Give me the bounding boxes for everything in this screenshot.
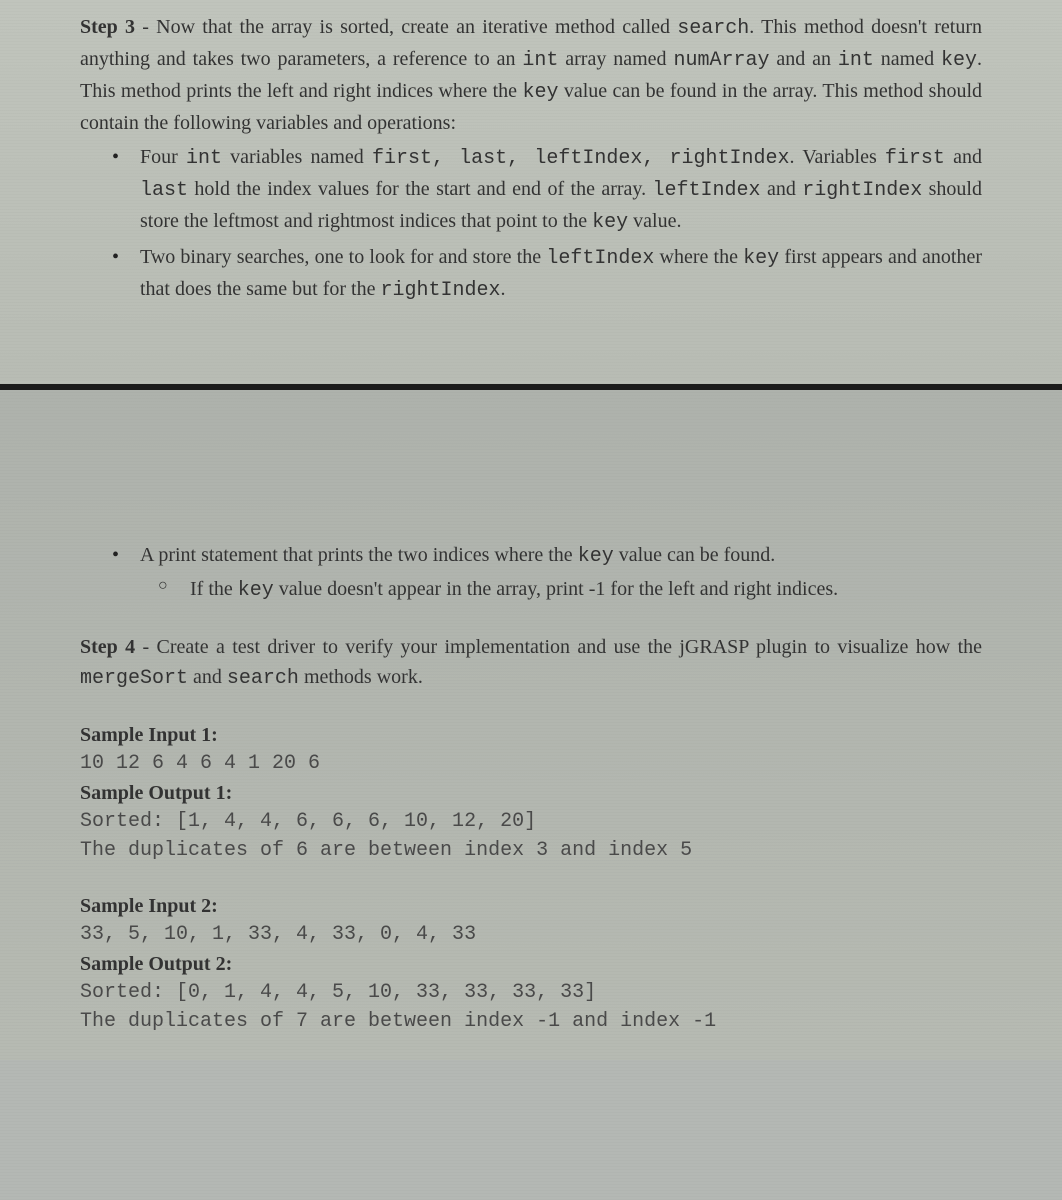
step3-bullet-1: Four int variables named first, last, le… <box>140 142 982 238</box>
sample1-output-label: Sample Output 1: <box>80 782 982 805</box>
step3-bullets: Four int variables named first, last, le… <box>80 142 982 306</box>
sample1-input-label: Sample Input 1: <box>80 724 982 747</box>
step3-intro: Step 3 - Now that the array is sorted, c… <box>80 12 982 138</box>
step4-text: Step 4 - Create a test driver to verify … <box>80 632 982 694</box>
sample2-input-label: Sample Input 2: <box>80 895 982 918</box>
sample2-output-text: Sorted: [0, 1, 4, 4, 5, 10, 33, 33, 33, … <box>80 978 982 1036</box>
step3-nested-list: If the key value doesn't appear in the a… <box>140 574 982 606</box>
step3-bullets-cont: A print statement that prints the two in… <box>80 540 982 606</box>
page-bottom-section: A print statement that prints the two in… <box>0 390 1062 1060</box>
sample1-output-text: Sorted: [1, 4, 4, 6, 6, 6, 10, 12, 20] T… <box>80 807 982 865</box>
sample1-block: Sample Input 1: 10 12 6 4 6 4 1 20 6 Sam… <box>80 724 982 865</box>
sample2-output-label: Sample Output 2: <box>80 953 982 976</box>
step3-block: Step 3 - Now that the array is sorted, c… <box>80 12 982 306</box>
page-top-section: Step 3 - Now that the array is sorted, c… <box>0 0 1062 384</box>
sample1-input-text: 10 12 6 4 6 4 1 20 6 <box>80 749 982 778</box>
step3-bullet-3: A print statement that prints the two in… <box>140 540 982 606</box>
step3-bullet-3-nested: If the key value doesn't appear in the a… <box>190 574 982 606</box>
step3-bullet-3-text: A print statement that prints the two in… <box>140 544 775 566</box>
step3-bullet-2: Two binary searches, one to look for and… <box>140 242 982 306</box>
sample2-input-text: 33, 5, 10, 1, 33, 4, 33, 0, 4, 33 <box>80 920 982 949</box>
sample2-block: Sample Input 2: 33, 5, 10, 1, 33, 4, 33,… <box>80 895 982 1036</box>
step4-block: Step 4 - Create a test driver to verify … <box>80 632 982 694</box>
